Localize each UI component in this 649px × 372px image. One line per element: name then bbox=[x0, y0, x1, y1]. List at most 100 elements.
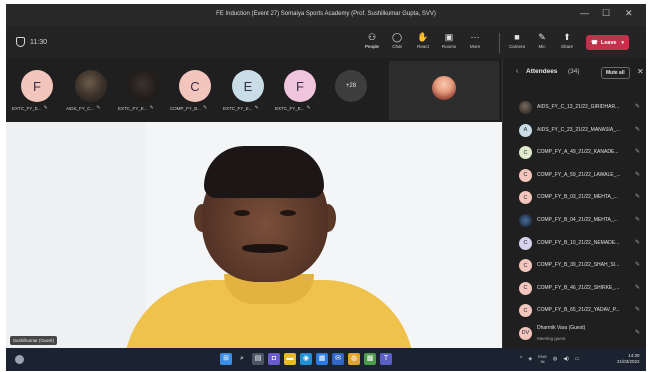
teams-icon[interactable]: T bbox=[380, 353, 392, 365]
attendees-panel: ‹ Attendees (34) Mute all ✕ AIDS_FY_C_13… bbox=[502, 58, 646, 348]
attendee-count: (34) bbox=[568, 68, 580, 75]
participant-tile[interactable]: C COMP_FY_B... ✎ bbox=[170, 66, 220, 116]
chrome-icon[interactable]: ◍ bbox=[348, 353, 360, 365]
taskbar-clock[interactable]: 14:30 21/03/2022 bbox=[617, 353, 640, 365]
mic-off-icon[interactable]: ✎ bbox=[635, 148, 640, 155]
list-item[interactable]: C COMP_FY_B_65_21/22_YADAV_P... ✎ bbox=[503, 299, 646, 322]
chevron-up-icon[interactable]: ^ bbox=[520, 356, 522, 362]
participant-name: EXTC_FY_E... bbox=[275, 105, 305, 111]
avatar bbox=[75, 70, 107, 102]
more-participants-button[interactable]: +28 bbox=[335, 70, 367, 102]
mic-off-icon[interactable]: ✎ bbox=[635, 306, 640, 313]
mic-off-icon: ✎ bbox=[96, 105, 101, 111]
windows-taskbar: ⊞ ⌕ ▤ ◘ ▬ ◉ ▦ ✉ ◍ ▩ T ^ ◈ ENG IN ◍ ◀) ▭ … bbox=[6, 348, 646, 371]
list-item[interactable]: A AIDS_FY_C_23_21/22_MANASIA_... ✎ bbox=[503, 119, 646, 142]
self-view-tile[interactable] bbox=[389, 61, 499, 120]
volume-icon[interactable]: ◀) bbox=[563, 356, 569, 362]
mail-icon[interactable]: ✉ bbox=[332, 353, 344, 365]
close-window-icon[interactable]: ✕ bbox=[625, 9, 633, 18]
mic-off-icon[interactable]: ✎ bbox=[635, 239, 640, 246]
start-icon[interactable]: ⊞ bbox=[220, 353, 232, 365]
participant-name: AIDS_FY_C... bbox=[66, 105, 95, 111]
avatar: C bbox=[519, 236, 532, 250]
mute-all-button[interactable]: Mute all bbox=[601, 67, 630, 79]
participant-tile[interactable]: F EXTC_FY_E... ✎ bbox=[12, 66, 62, 116]
maximize-icon[interactable]: ☐ bbox=[602, 9, 610, 18]
mic-off-icon[interactable]: ✎ bbox=[635, 126, 640, 133]
teams-chat-icon[interactable]: ◘ bbox=[268, 353, 280, 365]
list-item[interactable]: AIDS_FY_C_13_21/22_GIRIDHAR... ✎ bbox=[503, 96, 646, 119]
mic-off-icon[interactable]: ✎ bbox=[635, 329, 640, 336]
participant-tile[interactable]: AIDS_FY_C... ✎ bbox=[66, 66, 116, 116]
mic-button[interactable]: ✎ Mic bbox=[531, 31, 553, 49]
participant-tile[interactable]: E EXTC_FY_E... ✎ bbox=[223, 66, 273, 116]
excel-icon[interactable]: ▩ bbox=[364, 353, 376, 365]
share-icon: ⬆ bbox=[563, 32, 571, 42]
mic-off-icon: ✎ bbox=[203, 105, 208, 111]
participant-tile[interactable]: F EXTC_FY_E... ✎ bbox=[275, 66, 325, 116]
list-item[interactable]: C COMP_FY_B_46_21/22_SHIRKE_... ✎ bbox=[503, 277, 646, 300]
chat-button[interactable]: ◯ Chat bbox=[386, 31, 408, 49]
speaker-hair bbox=[204, 146, 324, 198]
list-item[interactable]: COMP_FY_B_04_21/22_MEHTA_... ✎ bbox=[503, 209, 646, 232]
list-item[interactable]: C COMP_FY_A_49_21/22_KANADE... ✎ bbox=[503, 141, 646, 164]
minimize-icon[interactable]: — bbox=[580, 9, 589, 18]
chevron-down-icon[interactable]: ▾ bbox=[621, 40, 624, 46]
attendee-name: COMP_FY_B_10_21/22_NEMADE... bbox=[537, 239, 620, 246]
participant-name: EXTC_FY_E... bbox=[223, 105, 253, 111]
react-button[interactable]: ✋ React bbox=[412, 31, 434, 49]
mic-off-icon[interactable]: ✎ bbox=[635, 103, 640, 110]
attendee-name: AIDS_FY_C_13_21/22_GIRIDHAR... bbox=[537, 104, 620, 110]
more-icon: ⋯ bbox=[470, 32, 480, 42]
mic-off-icon: ✎ bbox=[254, 105, 259, 111]
wifi-icon[interactable]: ◍ bbox=[553, 356, 557, 362]
mic-off-icon[interactable]: ✎ bbox=[635, 216, 640, 223]
people-button[interactable]: ⚇ People bbox=[361, 31, 383, 49]
chevron-left-icon[interactable]: ‹ bbox=[516, 68, 518, 75]
attendee-name: COMP_FY_B_04_21/22_MEHTA_... bbox=[537, 216, 618, 223]
participant-name: EXTC_FY_E... bbox=[118, 105, 148, 111]
participant-tile[interactable]: EXTC_FY_E... ✎ bbox=[118, 66, 168, 116]
meeting-toolbar: 11:30 ⚇ People ◯ Chat ✋ React ▣ Rooms ⋯ … bbox=[6, 26, 646, 58]
shield-icon bbox=[16, 37, 25, 47]
network-icon[interactable]: ◈ bbox=[528, 356, 532, 362]
attendee-name: COMP_FY_A_49_21/22_KANADE... bbox=[537, 149, 619, 156]
more-button[interactable]: ⋯ More bbox=[464, 31, 486, 49]
rooms-icon: ▣ bbox=[444, 32, 454, 42]
list-item[interactable]: C COMP_FY_B_03_21/22_MEHTA_... ✎ bbox=[503, 186, 646, 209]
edge-icon[interactable]: ◉ bbox=[300, 353, 312, 365]
attendee-name: COMP_FY_B_03_21/22_MEHTA_... bbox=[537, 194, 618, 201]
leave-button[interactable]: ☎ Leave ▾ bbox=[586, 35, 629, 50]
list-item[interactable]: DV Dharmik Vara (Guest) Meeting guest ✎ bbox=[503, 322, 646, 345]
avatar bbox=[127, 70, 159, 102]
mic-off-icon[interactable]: ✎ bbox=[635, 193, 640, 200]
mic-off-icon[interactable]: ✎ bbox=[635, 261, 640, 268]
raise-hand-icon: ✋ bbox=[417, 32, 429, 42]
people-icon: ⚇ bbox=[367, 32, 377, 42]
task-view-icon[interactable]: ▤ bbox=[252, 353, 264, 365]
rooms-button[interactable]: ▣ Rooms bbox=[438, 31, 460, 49]
speaker-name-label: Sushilkumar (Guest) bbox=[10, 336, 58, 345]
store-icon[interactable]: ▦ bbox=[316, 353, 328, 365]
share-button[interactable]: ⬆ Share bbox=[556, 31, 578, 49]
mic-off-icon[interactable]: ✎ bbox=[635, 171, 640, 178]
battery-icon[interactable]: ▭ bbox=[575, 356, 580, 362]
mic-off-icon[interactable]: ✎ bbox=[635, 284, 640, 291]
close-icon[interactable]: ✕ bbox=[637, 67, 644, 76]
participant-name: COMP_FY_B... bbox=[170, 105, 202, 111]
language-indicator[interactable]: ENG IN bbox=[538, 354, 547, 364]
weather-icon[interactable] bbox=[15, 355, 24, 364]
camera-button[interactable]: ■ Camera bbox=[506, 31, 528, 49]
list-item[interactable]: C COMP_FY_A_59_21/22_LAWALE_... ✎ bbox=[503, 164, 646, 187]
meeting-timer: 11:30 bbox=[16, 37, 47, 47]
search-icon[interactable]: ⌕ bbox=[236, 353, 248, 365]
speaker-eyes bbox=[234, 210, 296, 218]
participant-name: EXTC_FY_E... bbox=[12, 105, 42, 111]
attendee-name: COMP_FY_B_65_21/22_YADAV_P... bbox=[537, 307, 620, 314]
file-explorer-icon[interactable]: ▬ bbox=[284, 353, 296, 365]
mic-off-icon: ✎ bbox=[43, 105, 48, 111]
list-item[interactable]: C COMP_FY_B_39_21/22_SHAH_SI... ✎ bbox=[503, 254, 646, 277]
chat-icon: ◯ bbox=[391, 32, 403, 42]
list-item[interactable]: C COMP_FY_B_10_21/22_NEMADE... ✎ bbox=[503, 232, 646, 255]
timer-text: 11:30 bbox=[30, 38, 47, 46]
